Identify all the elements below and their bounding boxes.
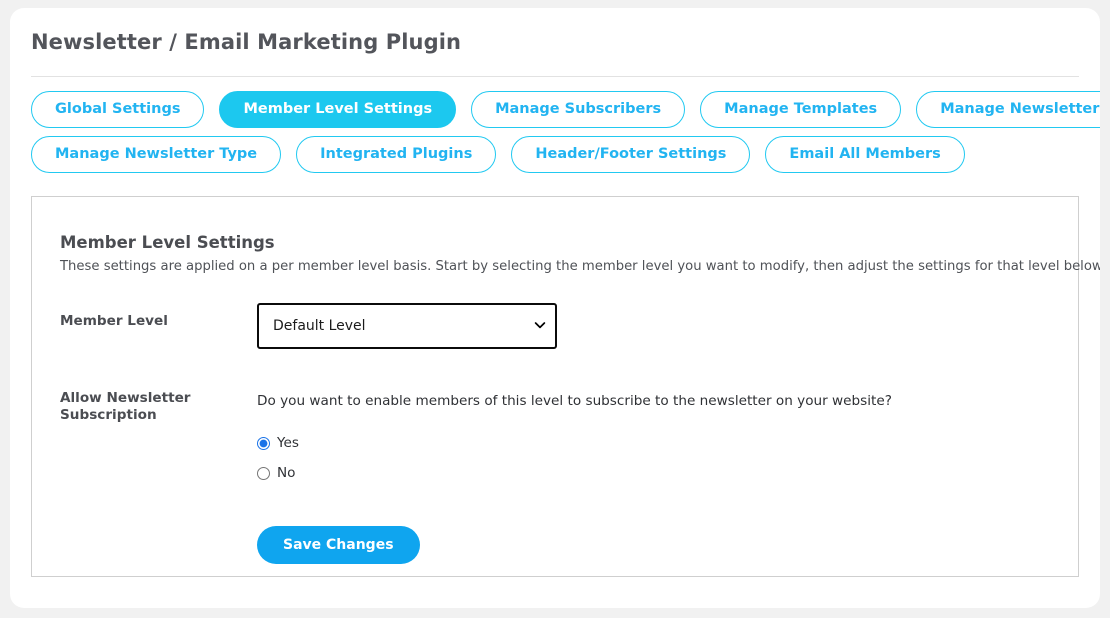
- radio-option-no[interactable]: No: [257, 465, 296, 481]
- radio-yes-input[interactable]: [257, 436, 270, 450]
- tab-manage-subscribers[interactable]: Manage Subscribers: [471, 91, 686, 128]
- panel-title: Member Level Settings: [60, 233, 275, 252]
- settings-panel: Member Level Settings These settings are…: [31, 196, 1100, 577]
- radio-yes-label[interactable]: Yes: [277, 435, 299, 451]
- tab-manage-newsletters[interactable]: Manage Newsletters: [916, 91, 1100, 128]
- tab-manage-templates[interactable]: Manage Templates: [700, 91, 902, 128]
- save-changes-button[interactable]: Save Changes: [257, 526, 420, 564]
- panel-description: These settings are applied on a per memb…: [60, 259, 1100, 274]
- member-level-select-wrapper: Default Level: [257, 303, 557, 349]
- tab-row-secondary: Manage Newsletter Type Integrated Plugin…: [31, 136, 1079, 173]
- radio-option-yes[interactable]: Yes: [257, 435, 299, 451]
- tab-member-level-settings[interactable]: Member Level Settings: [219, 91, 457, 128]
- member-level-select[interactable]: Default Level: [257, 303, 557, 349]
- allow-subscription-label: Allow Newsletter Subscription: [60, 390, 191, 423]
- allow-subscription-question: Do you want to enable members of this le…: [257, 393, 892, 409]
- title-divider: [31, 76, 1079, 77]
- page-title: Newsletter / Email Marketing Plugin: [31, 30, 462, 54]
- tab-header-footer-settings[interactable]: Header/Footer Settings: [511, 136, 751, 173]
- tab-manage-newsletter-type[interactable]: Manage Newsletter Type: [31, 136, 282, 173]
- tab-email-all-members[interactable]: Email All Members: [765, 136, 965, 173]
- page-card: Newsletter / Email Marketing Plugin Glob…: [10, 8, 1100, 608]
- tab-integrated-plugins[interactable]: Integrated Plugins: [296, 136, 497, 173]
- radio-no-label[interactable]: No: [277, 465, 296, 481]
- radio-no-input[interactable]: [257, 466, 270, 480]
- tab-row-primary: Global Settings Member Level Settings Ma…: [31, 91, 1100, 128]
- tab-bar: Global Settings Member Level Settings Ma…: [31, 91, 1100, 181]
- tab-global-settings[interactable]: Global Settings: [31, 91, 205, 128]
- member-level-label: Member Level: [60, 313, 168, 329]
